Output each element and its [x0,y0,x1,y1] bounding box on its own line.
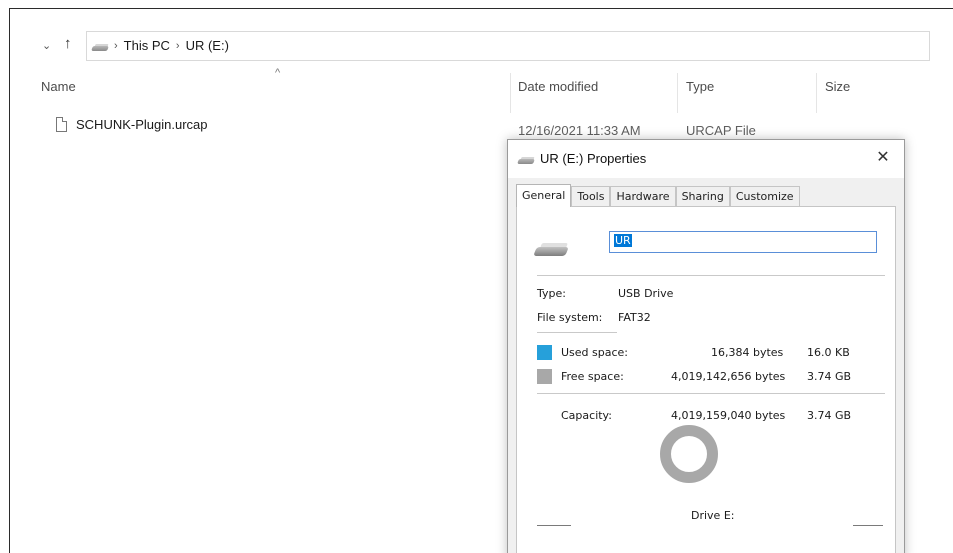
capacity-size: 3.74 GB [807,409,852,422]
breadcrumb-separator-icon[interactable]: › [176,40,180,52]
capacity-bytes: 4,019,159,040 bytes [671,409,786,422]
usb-drive-icon [517,157,536,164]
column-header-name[interactable]: Name [41,79,76,94]
file-date-modified: 12/16/2021 11:33 AM [518,123,641,138]
tab-general[interactable]: General [516,184,572,207]
file-type: URCAP File [686,123,756,138]
used-space-bytes: 16,384 bytes [711,346,784,359]
column-header-date-modified[interactable]: Date modified [518,79,598,94]
column-divider[interactable] [816,73,817,113]
dialog-title: UR (E:) Properties [540,151,647,166]
breadcrumb: › This PC › UR (E:) [114,38,229,53]
tab-tools[interactable]: Tools [571,186,611,206]
file-row[interactable]: SCHUNK-Plugin.urcap [50,115,930,137]
tab-strip: General Tools Hardware Sharing Customize [516,184,800,207]
column-header-type[interactable]: Type [686,79,714,94]
file-system-label: File system: [537,311,603,324]
properties-dialog: UR (E:) Properties ✕ General Tools Hardw… [507,139,905,553]
recent-locations-chevron-icon[interactable]: ⌄ [42,39,51,52]
dialog-title-bar[interactable]: UR (E:) Properties ✕ [508,140,904,178]
tab-customize[interactable]: Customize [729,186,800,206]
up-arrow-icon[interactable]: ↑ [64,35,72,52]
breadcrumb-separator-icon[interactable]: › [114,40,118,52]
used-space-swatch [537,345,552,360]
sort-ascending-icon: ^ [275,67,281,79]
type-label: Type: [537,287,566,300]
divider [853,525,883,526]
free-space-label: Free space: [561,370,624,383]
drive-name-text: UR [614,234,632,247]
usage-donut-chart [660,425,718,483]
used-space-size: 16.0 KB [807,346,850,359]
column-header-size[interactable]: Size [825,79,850,94]
drive-name-input[interactable]: UR [609,231,877,253]
explorer-window: ⌄ ↑ › This PC › UR (E:) ^ Name Date modi… [9,8,953,553]
free-space-swatch [537,369,552,384]
used-space-label: Used space: [561,346,629,359]
type-value: USB Drive [618,287,674,300]
divider [537,275,885,276]
tab-sharing[interactable]: Sharing [675,186,730,206]
free-space-size: 3.74 GB [807,370,852,383]
breadcrumb-this-pc[interactable]: This PC [124,38,170,53]
free-space-bytes: 4,019,142,656 bytes [671,370,786,383]
close-icon[interactable]: ✕ [870,146,896,170]
drive-label: Drive E: [691,509,735,522]
file-system-value: FAT32 [618,311,651,324]
usb-drive-icon [533,243,571,257]
column-divider[interactable] [510,73,511,113]
tab-hardware[interactable]: Hardware [610,186,676,206]
divider [537,393,885,394]
column-divider[interactable] [677,73,678,113]
breadcrumb-ur-drive[interactable]: UR (E:) [186,38,229,53]
divider [537,525,571,526]
capacity-label: Capacity: [561,409,612,422]
file-icon [56,117,67,132]
address-bar-row: ⌄ ↑ › This PC › UR (E:) [10,9,953,73]
divider [537,332,617,333]
file-name: SCHUNK-Plugin.urcap [76,117,208,132]
general-tab-panel: UR Type: USB Drive File system: FAT32 Us… [516,206,896,553]
usb-drive-icon [91,44,110,51]
